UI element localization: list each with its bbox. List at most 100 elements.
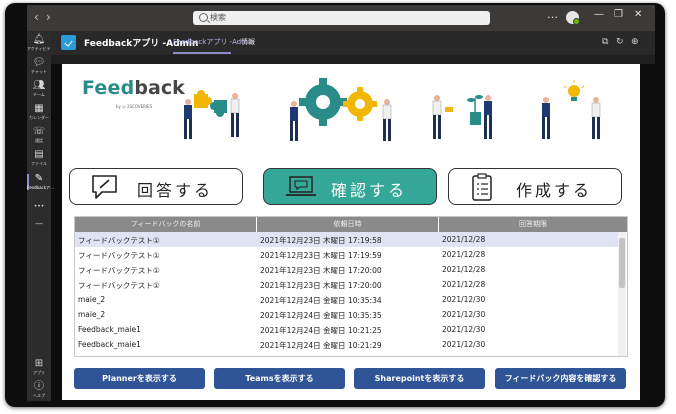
search-placeholder: 検索 (210, 13, 226, 22)
column-header-requested[interactable]: 依頼日時 (257, 219, 438, 229)
cell-requested: 2021年12月23日 木曜日 17:19:59 (260, 251, 382, 260)
cell-requested: 2021年12月24日 金曜日 10:35:34 (260, 296, 382, 305)
cell-name: Feedback_maie1 (78, 325, 141, 334)
gears-illustration (290, 78, 392, 141)
rail-item-calendar[interactable]: ▦ カレンダー (27, 103, 51, 121)
title-bar: ‹ › 検索 … — ❐ ✕ (27, 5, 655, 31)
cell-deadline: 2021/12/28 (442, 280, 486, 289)
header-stripe (51, 55, 655, 64)
table-header: フィードバックの名前 依頼日時 回答期限 (75, 217, 627, 232)
column-header-name[interactable]: フィードバックの名前 (75, 219, 256, 229)
cell-name: フィードバックテスト① (78, 281, 160, 290)
table-row[interactable]: フィードバックテスト① 2021年12月23日 木曜日 17:19:58 202… (75, 232, 618, 247)
rail-item-feedback-app[interactable]: ✎ Feedbackア... (27, 173, 54, 191)
lightbulb-illustration (542, 80, 601, 139)
answer-label: 回答する (137, 181, 214, 200)
puzzle-illustration (184, 90, 240, 139)
search-box[interactable]: 検索 (193, 11, 490, 25)
rail-label: チーム (33, 92, 45, 97)
checklist-icon (472, 173, 492, 201)
table-row[interactable]: フィードバックテスト① 2021年12月23日 木曜日 17:19:59 202… (75, 247, 618, 262)
app-content: Feedback by ◎ 2SCOVERIES 回答する 確認する 作成する … (62, 64, 640, 400)
show-planner-button[interactable]: Plannerを表示する (74, 368, 205, 389)
table-row[interactable]: maie_2 2021年12月24日 金曜日 10:35:35 2021/12/… (75, 307, 618, 322)
column-header-deadline[interactable]: 回答期限 (439, 219, 627, 229)
minimize-icon[interactable]: — (594, 9, 604, 20)
cell-deadline: 2021/12/30 (442, 340, 486, 349)
table-row[interactable]: maie_2 2021年12月24日 金曜日 10:35:34 2021/12/… (75, 292, 618, 307)
calendar-icon: ▦ (34, 103, 44, 114)
rail-label: アクティビティ (27, 46, 55, 51)
popout-icon[interactable]: ⧉ (602, 37, 608, 47)
rail-label: Feedbackア... (27, 185, 54, 190)
cell-deadline: 2021/12/28 (442, 235, 486, 244)
search-icon (199, 13, 208, 22)
table-row[interactable]: フィードバックテスト① 2021年12月23日 木曜日 17:20:00 202… (75, 262, 618, 277)
logo-feed: Feed (82, 77, 135, 99)
rail-item-apps[interactable]: ⊞ アプリ (27, 358, 51, 376)
help-icon: ⓘ (34, 381, 44, 392)
rail-item-help[interactable]: ⓘ ヘルプ (27, 381, 51, 399)
apps-icon: ⊞ (34, 358, 44, 369)
view-feedback-button[interactable]: フィードバック内容を確認する (495, 368, 626, 389)
active-tab-underline (173, 52, 231, 54)
rail-item-calls[interactable]: ☏ 通話 (27, 126, 51, 144)
table-row[interactable]: Feedback_maie1 2021年12月24日 金曜日 10:21:29 … (75, 337, 618, 352)
cell-name: maie_2 (78, 295, 106, 304)
show-teams-button[interactable]: Teamsを表示する (214, 368, 345, 389)
cell-requested: 2021年12月24日 金曜日 10:21:25 (260, 326, 382, 335)
confirm-button[interactable]: 確認する (263, 168, 437, 205)
back-icon[interactable]: ‹ (34, 11, 39, 23)
cell-requested: 2021年12月23日 木曜日 17:19:58 (260, 236, 382, 245)
rail-label: ヘルプ (33, 393, 45, 398)
app-logo-icon (61, 35, 76, 50)
scrollbar-thumb[interactable] (619, 238, 625, 288)
rail-item-activity[interactable]: 🔔︎ アクティビティ (27, 34, 55, 52)
close-icon[interactable]: ✕ (634, 9, 642, 20)
rail-label: チャット (31, 69, 47, 74)
logo-byline: by ◎ 2SCOVERIES (116, 104, 153, 109)
show-sharepoint-button[interactable]: Sharepointを表示する (354, 368, 485, 389)
table-row[interactable]: Feedback_maie1 2021年12月24日 金曜日 10:21:25 … (75, 322, 618, 337)
rail-item-teams[interactable]: 👥︎ チーム (27, 80, 51, 98)
plant-illustration (432, 95, 492, 139)
teams-icon: 👥︎ (32, 80, 46, 91)
rail-label: カレンダー (29, 115, 49, 120)
cell-requested: 2021年12月24日 金曜日 10:35:35 (260, 311, 382, 320)
cell-deadline: 2021/12/30 (442, 310, 486, 319)
rail-divider-icon: — (35, 219, 43, 228)
feedback-logo: Feedback by ◎ 2SCOVERIES (82, 77, 185, 109)
rail-more-icon[interactable]: ••• (27, 203, 51, 210)
cell-name: Feedback_maie1 (78, 340, 141, 349)
cell-name: maie_2 (78, 310, 106, 319)
rail-item-files[interactable]: ▤ ファイル (27, 149, 51, 167)
cell-requested: 2021年12月24日 金曜日 10:21:29 (260, 341, 382, 350)
forward-icon[interactable]: › (46, 11, 51, 23)
globe-icon[interactable]: ⊕ (631, 37, 639, 47)
cell-deadline: 2021/12/30 (442, 295, 486, 304)
confirm-label: 確認する (331, 181, 408, 200)
avatar[interactable] (566, 11, 580, 25)
cell-deadline: 2021/12/28 (442, 265, 486, 274)
left-rail: 🔔︎ アクティビティ 💬︎ チャット 👥︎ チーム ▦ カレンダー ☏ 通話 ▤… (27, 31, 55, 401)
table-scrollbar[interactable] (618, 232, 626, 356)
rail-label: アプリ (33, 370, 45, 375)
rail-item-chat[interactable]: 💬︎ チャット (27, 58, 51, 75)
cell-deadline: 2021/12/28 (442, 250, 486, 259)
create-label: 作成する (516, 181, 593, 200)
tab-info[interactable]: 情報 (241, 37, 255, 47)
maximize-icon[interactable]: ❐ (614, 9, 623, 20)
cell-name: フィードバックテスト① (78, 236, 160, 245)
answer-button[interactable]: 回答する (69, 168, 243, 205)
rail-label: 通話 (35, 138, 43, 143)
cell-name: フィードバックテスト① (78, 251, 160, 260)
phone-icon: ☏ (32, 126, 46, 137)
pen-icon: ✎ (34, 173, 44, 184)
refresh-icon[interactable]: ↻ (616, 37, 624, 47)
table-row[interactable]: フィードバックテスト① 2021年12月23日 木曜日 17:20:00 202… (75, 277, 618, 292)
bell-icon: 🔔︎ (32, 34, 46, 45)
create-button[interactable]: 作成する (448, 168, 622, 205)
more-options-icon[interactable]: … (547, 8, 558, 21)
cell-deadline: 2021/12/30 (442, 325, 486, 334)
file-icon: ▤ (34, 149, 44, 160)
